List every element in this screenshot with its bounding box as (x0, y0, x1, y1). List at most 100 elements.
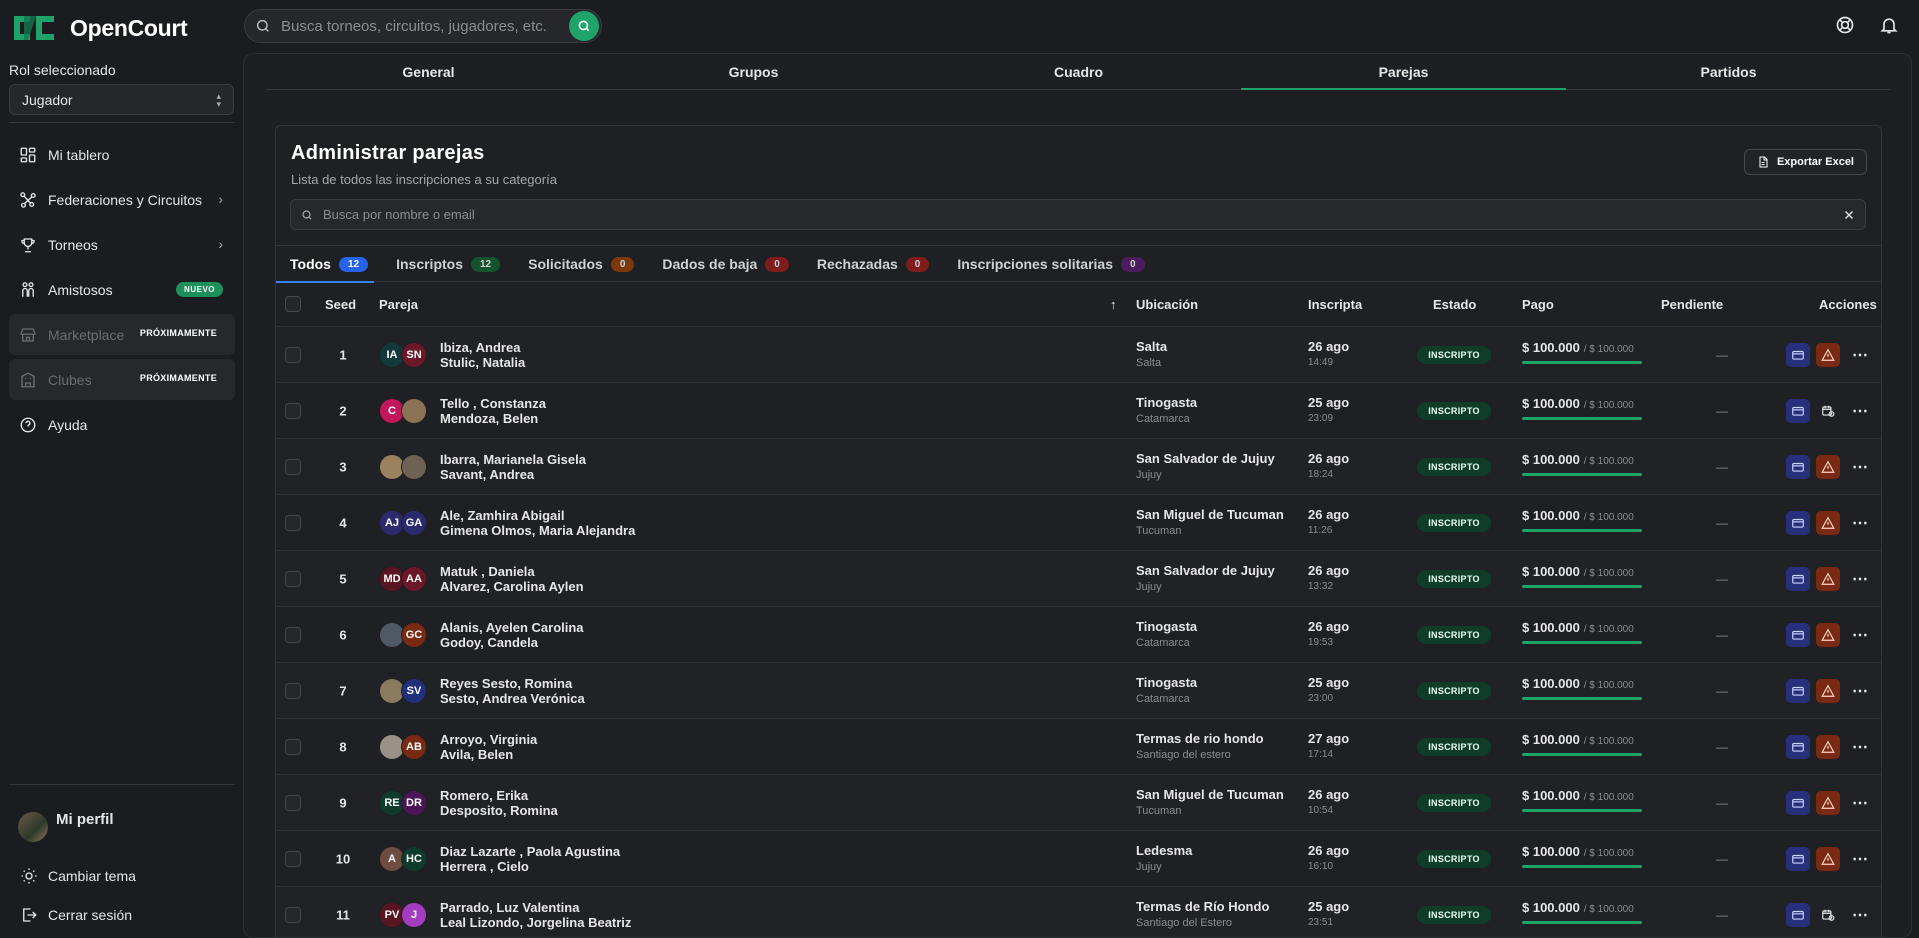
table-row[interactable]: 4 AJ GA Ale, Zamhira Abigail Gimena Olmo… (276, 494, 1881, 550)
select-all-checkbox[interactable] (285, 296, 301, 312)
warning-button[interactable] (1816, 566, 1840, 591)
row-checkbox[interactable] (285, 346, 301, 363)
pair-names[interactable]: Arroyo, Virginia Avila, Belen (440, 732, 537, 762)
bell-icon[interactable] (1879, 15, 1899, 35)
warning-button[interactable] (1816, 510, 1840, 535)
row-checkbox[interactable] (285, 850, 301, 867)
profile-link[interactable]: Mi perfil (18, 811, 114, 842)
table-row[interactable]: 8 AB Arroyo, Virginia Avila, Belen Terma… (276, 718, 1881, 774)
payment-button[interactable] (1786, 510, 1810, 535)
more-options-icon[interactable]: ⋯ (1852, 849, 1869, 869)
table-row[interactable]: 3 Ibarra, Marianela Gisela Savant, Andre… (276, 438, 1881, 494)
row-checkbox[interactable] (285, 682, 301, 699)
more-options-icon[interactable]: ⋯ (1852, 793, 1869, 813)
more-options-icon[interactable]: ⋯ (1852, 401, 1869, 421)
sidebar-item-federaciones[interactable]: Federaciones y Circuitos › (9, 179, 235, 220)
sidebar-item-amistosos[interactable]: Amistosos NUEVO (9, 269, 235, 310)
row-checkbox[interactable] (285, 738, 301, 755)
payment-button[interactable] (1786, 454, 1810, 479)
logo[interactable]: OpenCourt (10, 12, 188, 44)
filter-tab[interactable]: Rechazadas 0 (817, 246, 930, 282)
row-checkbox[interactable] (285, 570, 301, 587)
pair-names[interactable]: Tello , Constanza Mendoza, Belen (440, 396, 546, 426)
column-pago[interactable]: Pago (1522, 297, 1554, 312)
more-options-icon[interactable]: ⋯ (1852, 513, 1869, 533)
pairs-search-input[interactable]: Busca por nombre o email (290, 199, 1866, 230)
pair-names[interactable]: Alanis, Ayelen Carolina Godoy, Candela (440, 620, 584, 650)
payment-button[interactable] (1786, 342, 1810, 367)
logout-button[interactable]: Cerrar sesión (20, 906, 132, 924)
pair-names[interactable]: Ibarra, Marianela Gisela Savant, Andrea (440, 452, 586, 482)
row-checkbox[interactable] (285, 794, 301, 811)
column-inscripta[interactable]: Inscripta (1308, 297, 1362, 312)
warning-button[interactable] (1816, 622, 1840, 647)
row-checkbox[interactable] (285, 402, 301, 419)
payment-button[interactable] (1786, 846, 1810, 871)
more-options-icon[interactable]: ⋯ (1852, 345, 1869, 365)
sidebar-item-ayuda[interactable]: Ayuda (9, 404, 235, 445)
warning-button[interactable] (1816, 342, 1840, 367)
table-row[interactable]: 5 MD AA Matuk , Daniela Alvarez, Carolin… (276, 550, 1881, 606)
column-ubicacion[interactable]: Ubicación (1136, 297, 1198, 312)
column-seed[interactable]: Seed (325, 297, 356, 312)
payment-button[interactable] (1786, 678, 1810, 703)
sort-arrow-icon[interactable]: ↑ (1110, 297, 1117, 312)
more-options-icon[interactable]: ⋯ (1852, 457, 1869, 477)
payment-button[interactable] (1786, 790, 1810, 815)
tab-grupos[interactable]: Grupos (591, 54, 916, 89)
help-lifebuoy-icon[interactable] (1835, 15, 1855, 35)
table-row[interactable]: 1 IA SN Ibiza, Andrea Stulic, Natalia Sa… (276, 326, 1881, 382)
warning-button[interactable] (1816, 846, 1840, 871)
column-pareja[interactable]: Pareja (379, 297, 418, 312)
pair-names[interactable]: Parrado, Luz Valentina Leal Lizondo, Jor… (440, 900, 631, 930)
export-excel-button[interactable]: Exportar Excel (1743, 149, 1867, 175)
warning-button[interactable] (1816, 734, 1840, 759)
tab-general[interactable]: General (266, 54, 591, 89)
tab-cuadro[interactable]: Cuadro (916, 54, 1241, 89)
payment-button[interactable] (1786, 566, 1810, 591)
row-checkbox[interactable] (285, 514, 301, 531)
table-row[interactable]: 11 PV J Parrado, Luz Valentina Leal Lizo… (276, 886, 1881, 937)
tab-partidos[interactable]: Partidos (1566, 54, 1891, 89)
pair-names[interactable]: Matuk , Daniela Alvarez, Carolina Aylen (440, 564, 584, 594)
pair-names[interactable]: Diaz Lazarte , Paola Agustina Herrera , … (440, 844, 620, 874)
table-row[interactable]: 6 GC Alanis, Ayelen Carolina Godoy, Cand… (276, 606, 1881, 662)
row-checkbox[interactable] (285, 906, 301, 923)
table-row[interactable]: 2 C Tello , Constanza Mendoza, Belen Tin… (276, 382, 1881, 438)
pair-names[interactable]: Romero, Erika Desposito, Romina (440, 788, 558, 818)
more-options-icon[interactable]: ⋯ (1852, 681, 1869, 701)
change-theme-button[interactable]: Cambiar tema (20, 867, 136, 885)
filter-tab[interactable]: Inscriptos 12 (396, 246, 501, 282)
table-row[interactable]: 10 A HC Diaz Lazarte , Paola Agustina He… (276, 830, 1881, 886)
tab-parejas[interactable]: Parejas (1241, 54, 1566, 90)
filter-tab[interactable]: Dados de baja 0 (662, 246, 789, 282)
filter-tab[interactable]: Inscripciones solitarias 0 (957, 246, 1145, 282)
column-estado[interactable]: Estado (1433, 297, 1476, 312)
filter-tab[interactable]: Todos 12 (275, 246, 375, 283)
pair-names[interactable]: Reyes Sesto, Romina Sesto, Andrea Veróni… (440, 676, 585, 706)
row-checkbox[interactable] (285, 626, 301, 643)
row-checkbox[interactable] (285, 458, 301, 475)
payment-button[interactable] (1786, 622, 1810, 647)
table-row[interactable]: 7 SV Reyes Sesto, Romina Sesto, Andrea V… (276, 662, 1881, 718)
column-pendiente[interactable]: Pendiente (1661, 297, 1723, 312)
payment-button[interactable] (1786, 398, 1810, 423)
close-icon[interactable] (1843, 209, 1855, 221)
schedule-button[interactable] (1816, 399, 1840, 423)
table-row[interactable]: 9 RE DR Romero, Erika Desposito, Romina … (276, 774, 1881, 830)
pair-names[interactable]: Ibiza, Andrea Stulic, Natalia (440, 340, 525, 370)
more-options-icon[interactable]: ⋯ (1852, 905, 1869, 925)
payment-button[interactable] (1786, 902, 1810, 927)
global-search[interactable]: Busca torneos, circuitos, jugadores, etc… (244, 9, 602, 43)
pair-names[interactable]: Ale, Zamhira Abigail Gimena Olmos, Maria… (440, 508, 635, 538)
warning-button[interactable] (1816, 790, 1840, 815)
role-select[interactable]: Jugador ▴ ▾ (9, 84, 234, 115)
schedule-button[interactable] (1816, 903, 1840, 927)
sidebar-item-mi-tablero[interactable]: Mi tablero (9, 134, 235, 175)
sidebar-item-torneos[interactable]: Torneos › (9, 224, 235, 265)
more-options-icon[interactable]: ⋯ (1852, 569, 1869, 589)
payment-button[interactable] (1786, 734, 1810, 759)
search-submit-button[interactable] (569, 11, 599, 41)
warning-button[interactable] (1816, 454, 1840, 479)
filter-tab[interactable]: Solicitados 0 (528, 246, 635, 282)
